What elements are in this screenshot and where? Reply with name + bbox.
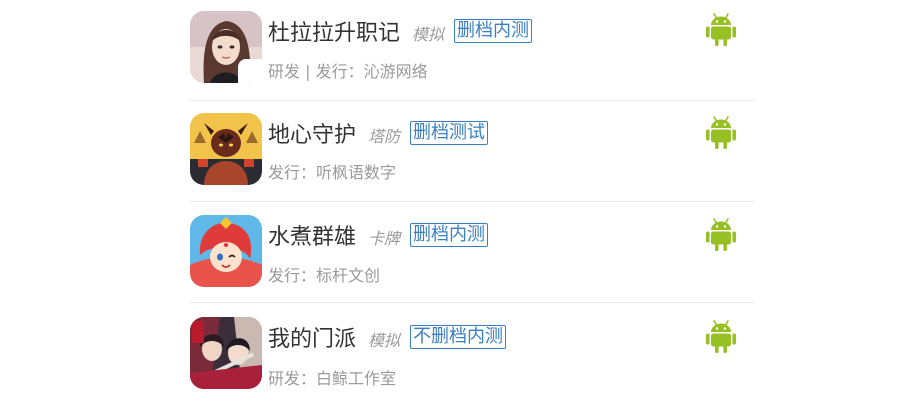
game-title[interactable]: 水煮群雄 [268,219,356,251]
game-thumbnail-dixin[interactable] [190,113,262,185]
list-item[interactable]: 我的门派 模拟 不删档内测 研发：白鲸工作室 [190,303,754,404]
android-icon [706,116,736,149]
android-download-button[interactable] [706,12,736,46]
developer-publisher: 发行：标杆文创 [268,266,381,285]
android-icon [706,320,736,353]
list-item[interactable]: 地心守护 塔防 删档测试 发行：听枫语数字 [190,101,754,202]
list-item[interactable]: 杜拉拉升职记 模拟 删档内测 研发 | 发行：沁游网络 [190,0,754,101]
android-icon [706,218,736,251]
title-line: 水煮群雄 卡牌 删档内测 [268,219,489,251]
genre-label: 卡牌 [368,229,401,248]
test-status-tag: 删档内测 [410,223,489,247]
genre-label: 模拟 [412,25,445,44]
game-thumbnail-dulala[interactable] [190,11,262,83]
developer-publisher: 研发 | 发行：沁游网络 [268,62,428,81]
game-test-list: 杜拉拉升职记 模拟 删档内测 研发 | 发行：沁游网络 地心守护 塔防 删档测试… [190,0,754,404]
android-icon [706,13,736,46]
android-download-button[interactable] [706,319,736,353]
test-status-tag: 不删档内测 [410,325,507,349]
publisher-badge [238,59,262,83]
android-download-button[interactable] [706,115,736,149]
developer-publisher: 发行：听枫语数字 [268,163,397,182]
fan-logo-icon [238,59,262,83]
genre-label: 模拟 [368,331,401,350]
game-title[interactable]: 杜拉拉升职记 [268,15,400,47]
developer-publisher: 研发：白鲸工作室 [268,369,397,388]
game-thumbnail-shuizhu[interactable] [190,215,262,287]
genre-label: 塔防 [368,127,401,146]
title-line: 地心守护 塔防 删档测试 [268,117,489,149]
game-title[interactable]: 地心守护 [268,117,356,149]
android-download-button[interactable] [706,217,736,251]
title-line: 杜拉拉升职记 模拟 删档内测 [268,15,533,47]
game-title[interactable]: 我的门派 [268,321,356,353]
test-status-tag: 删档测试 [410,121,489,145]
test-status-tag: 删档内测 [454,19,533,43]
list-item[interactable]: 水煮群雄 卡牌 删档内测 发行：标杆文创 [190,202,754,303]
game-thumbnail-menpai[interactable] [190,317,262,389]
title-line: 我的门派 模拟 不删档内测 [268,321,507,353]
